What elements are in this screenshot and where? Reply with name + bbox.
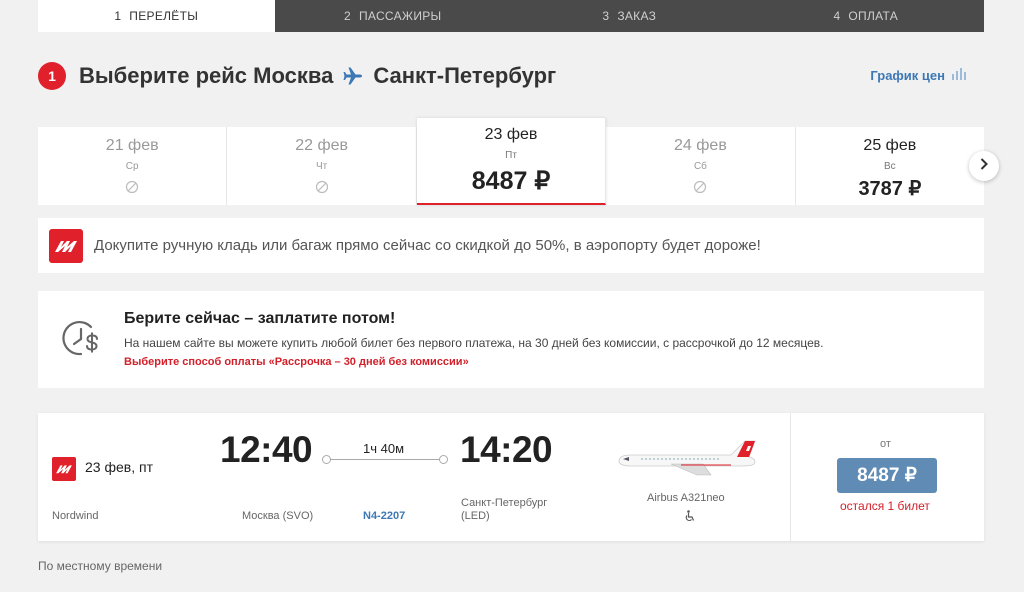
unavailable-icon	[38, 180, 226, 194]
date-tab[interactable]: 21 фев Ср	[38, 127, 228, 205]
flight-number-link[interactable]: N4-2207	[363, 510, 405, 522]
airline-logo	[52, 457, 76, 481]
date-price: 3787 ₽	[858, 178, 922, 200]
airline-name: Nordwind	[52, 510, 99, 522]
baggage-promo-banner[interactable]: Докупите ручную кладь или багаж прямо се…	[38, 218, 984, 273]
arrival-time: 14:20	[460, 429, 553, 470]
installment-payment-link[interactable]: Выберите способ оплаты «Рассрочка – 30 д…	[124, 356, 469, 368]
page-heading: 1 Выберите рейс Москва Санкт-Петербург	[38, 62, 556, 90]
departure-airport: Москва (SVO)	[242, 510, 314, 522]
next-dates-button[interactable]	[969, 151, 999, 181]
pay-later-description: На нашем сайте вы можете купить любой би…	[124, 336, 824, 350]
date-tab[interactable]: 24 фев Сб	[606, 127, 796, 205]
page-title: Выберите рейс Москва Санкт-Петербург	[79, 63, 557, 88]
local-time-note: По местному времени	[38, 559, 163, 573]
flight-date: 23 фев, пт	[85, 459, 153, 475]
date-price: 8487 ₽	[471, 167, 551, 195]
booking-steps: 1 ПЕРЕЛЁТЫ 2 ПАССАЖИРЫ 3 ЗАКАЗ 4 ОПЛАТА	[38, 0, 984, 32]
wheelchair-icon	[684, 509, 696, 527]
step-flights[interactable]: 1 ПЕРЕЛЁТЫ	[38, 0, 275, 32]
chevron-right-icon	[980, 157, 988, 175]
aircraft-image	[611, 435, 761, 484]
date-tab-selected[interactable]: 23 фев Пт 8487 ₽	[416, 118, 607, 205]
price-from-label: от	[880, 438, 891, 450]
clock-dollar-icon	[61, 318, 103, 365]
nordwind-logo	[49, 228, 83, 263]
step-number-badge: 1	[38, 62, 66, 90]
select-flight-button[interactable]: 8487 ₽	[837, 458, 937, 493]
bar-chart-icon	[945, 68, 968, 83]
departure-time: 12:40	[220, 429, 313, 470]
seats-left: остался 1 билет	[840, 499, 930, 513]
unavailable-icon	[227, 180, 415, 194]
price-chart-link[interactable]: График цен	[870, 68, 968, 83]
date-tab[interactable]: 25 фев Вс 3787 ₽	[795, 127, 985, 205]
step-payment[interactable]: 4 ОПЛАТА	[748, 0, 985, 32]
pay-later-title: Берите сейчас – заплатите потом!	[124, 310, 396, 327]
aircraft-type: Airbus A321neo	[647, 492, 725, 504]
unavailable-icon	[606, 180, 794, 194]
date-selector: 21 фев Ср 22 фев Чт 23 фев Пт 8487 ₽ 24 …	[38, 118, 985, 205]
price-divider	[790, 413, 791, 541]
step-passengers[interactable]: 2 ПАССАЖИРЫ	[275, 0, 512, 32]
step-order[interactable]: 3 ЗАКАЗ	[511, 0, 748, 32]
flight-card[interactable]: 23 фев, пт Nordwind 12:40 1ч 40м 14:20 М…	[38, 413, 984, 541]
route-line	[322, 455, 448, 465]
pay-later-banner: Берите сейчас – заплатите потом! На наше…	[38, 291, 984, 388]
date-tab[interactable]: 22 фев Чт	[227, 127, 417, 205]
flight-duration: 1ч 40м	[363, 441, 405, 456]
plane-icon	[343, 67, 363, 85]
arrival-airport: Санкт-Петербург (LED)	[461, 497, 548, 522]
promo-text: Докупите ручную кладь или багаж прямо се…	[94, 237, 761, 254]
